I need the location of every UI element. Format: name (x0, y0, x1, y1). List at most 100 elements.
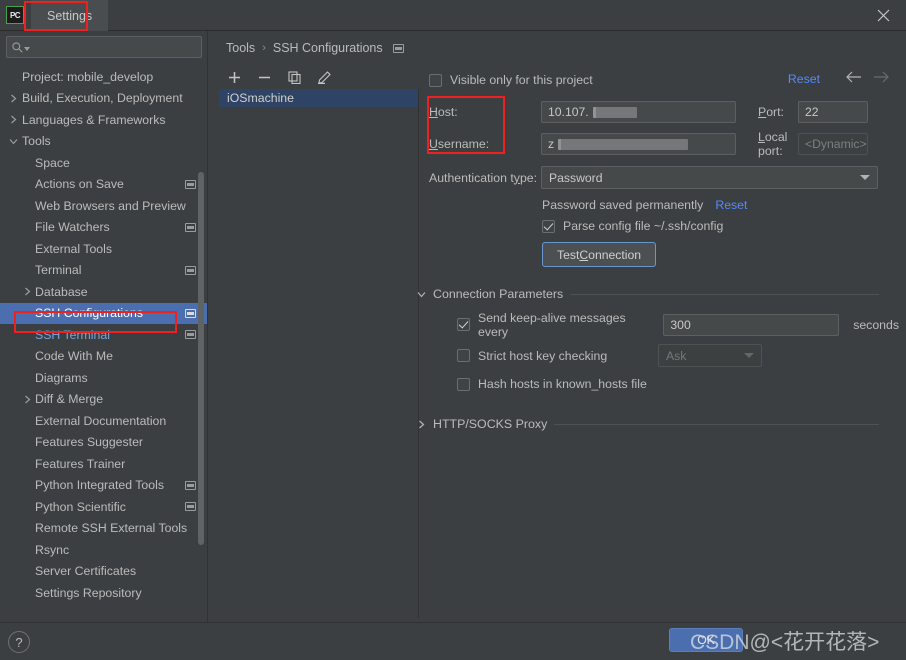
sidebar-item-terminal[interactable]: Terminal (0, 260, 207, 282)
keepalive-interval-input[interactable]: 300 (663, 313, 840, 336)
local-port-placeholder: <Dynamic> (805, 137, 867, 151)
sidebar-item-python-integrated-tools[interactable]: Python Integrated Tools (0, 475, 207, 497)
keepalive-checkbox[interactable] (457, 318, 470, 331)
sidebar-item-settings-repository[interactable]: Settings Repository (0, 582, 207, 604)
sidebar-item-external-documentation[interactable]: External Documentation (0, 410, 207, 432)
sidebar-item-web-browsers-and-preview[interactable]: Web Browsers and Preview (0, 195, 207, 217)
sidebar-item-features-trainer[interactable]: Features Trainer (0, 453, 207, 475)
test-connection-row: Test Connection (429, 242, 899, 267)
sidebar-item-label: Build, Execution, Deployment (22, 91, 183, 106)
strict-host-row: Strict host key checking Ask (429, 344, 899, 367)
host-redaction-block (592, 106, 637, 118)
help-button[interactable]: ? (8, 631, 30, 653)
search-icon (12, 41, 23, 53)
close-icon[interactable] (860, 0, 906, 31)
username-input[interactable]: z (541, 133, 736, 155)
sidebar-item-python-scientific[interactable]: Python Scientific (0, 496, 207, 518)
strict-host-checkbox[interactable] (457, 349, 470, 362)
sidebar-item-server-certificates[interactable]: Server Certificates (0, 561, 207, 583)
sidebar-item-label: External Documentation (35, 413, 167, 428)
hash-hosts-checkbox[interactable] (457, 377, 470, 391)
connection-parameters-section-header[interactable]: Connection Parameters (417, 287, 879, 301)
settings-sync-badge-icon (392, 43, 404, 53)
chevron-down-icon (860, 175, 870, 180)
sidebar-item-label: Diff & Merge (35, 392, 104, 407)
sidebar-item-ssh-configurations[interactable]: SSH Configurations (0, 302, 207, 324)
settings-sync-badge-icon (185, 480, 196, 490)
window-tab-settings[interactable]: Settings (31, 0, 109, 31)
host-row: Host: 10.107. Port: 22 (429, 100, 899, 124)
sidebar-item-build-execution-deployment[interactable]: Build, Execution, Deployment (0, 88, 207, 110)
copy-icon[interactable] (286, 69, 302, 85)
plus-icon[interactable] (226, 69, 242, 85)
sidebar-item-remote-ssh-external-tools[interactable]: Remote SSH External Tools (0, 518, 207, 540)
chevron-right-icon (417, 420, 426, 429)
sidebar-item-label: SSH Terminal (35, 327, 110, 342)
username-label: Username: (429, 137, 490, 151)
footer-bar: ? (0, 622, 906, 660)
port-input[interactable]: 22 (798, 101, 868, 123)
sidebar-item-actions-on-save[interactable]: Actions on Save (0, 174, 207, 196)
parse-config-checkbox[interactable] (542, 219, 555, 233)
sidebar-item-label: External Tools (35, 241, 113, 256)
search-input[interactable] (30, 39, 201, 55)
sidebar-item-label: Rsync (35, 542, 70, 557)
strict-host-label: Strict host key checking (478, 348, 608, 363)
settings-sync-badge-icon (185, 265, 196, 275)
chevron-down-icon[interactable] (8, 136, 18, 146)
ok-button[interactable]: OK (669, 628, 743, 652)
connection-parameters-title: Connection Parameters (433, 287, 564, 301)
chevron-right-icon[interactable] (22, 287, 32, 297)
sidebar-item-languages-frameworks[interactable]: Languages & Frameworks (0, 109, 207, 131)
sidebar-item-space[interactable]: Space (0, 152, 207, 174)
window-title: Settings (47, 8, 93, 23)
ssh-configuration-form: Visible only for this project Host: 10.1… (417, 71, 899, 431)
sidebar-item-diff-merge[interactable]: Diff & Merge (0, 389, 207, 411)
sidebar-item-diagrams[interactable]: Diagrams (0, 367, 207, 389)
settings-tree: Project: mobile_develop Build, Execution,… (0, 66, 207, 622)
username-redaction-block (558, 138, 689, 150)
settings-sync-badge-icon (185, 179, 196, 189)
list-item[interactable]: iOSmachine (219, 89, 418, 107)
main-panel: Tools › SSH Configurations Reset iOSmach… (209, 31, 906, 622)
sidebar-item-ssh-terminal[interactable]: SSH Terminal (0, 324, 207, 346)
sidebar-item-tools[interactable]: Tools (0, 131, 207, 153)
breadcrumb-root[interactable]: Tools (226, 41, 255, 55)
username-value: z (548, 137, 555, 151)
sidebar-item-project-mobile-develop[interactable]: Project: mobile_develop (0, 66, 207, 88)
chevron-right-icon[interactable] (8, 115, 18, 125)
strict-host-select[interactable]: Ask (658, 344, 762, 367)
settings-window: PC Settings Project: mobile_develop Build… (0, 0, 906, 660)
sidebar-item-label: Code With Me (35, 349, 113, 364)
password-reset-link[interactable]: Reset (715, 198, 747, 212)
sidebar-item-file-watchers[interactable]: File Watchers (0, 217, 207, 239)
sidebar-item-database[interactable]: Database (0, 281, 207, 303)
settings-sync-badge-icon (185, 308, 196, 318)
sidebar-item-features-suggester[interactable]: Features Suggester (0, 432, 207, 454)
sidebar-item-label: Remote SSH External Tools (35, 521, 188, 536)
local-port-input[interactable]: <Dynamic> (798, 133, 868, 155)
port-label: Port: (758, 105, 784, 119)
sidebar-scrollbar[interactable] (198, 172, 204, 545)
pencil-icon[interactable] (316, 69, 332, 85)
chevron-right-icon[interactable] (22, 394, 32, 404)
test-connection-button[interactable]: Test Connection (542, 242, 657, 267)
sidebar-item-label: Diagrams (35, 370, 88, 385)
minus-icon[interactable] (256, 69, 272, 85)
search-box[interactable] (6, 36, 202, 58)
proxy-section-header[interactable]: HTTP/SOCKS Proxy (417, 417, 879, 431)
strict-host-value: Ask (666, 348, 687, 363)
visible-only-checkbox[interactable] (429, 73, 442, 87)
chevron-down-icon (744, 353, 754, 358)
chevron-right-icon[interactable] (8, 93, 18, 103)
sidebar-item-code-with-me[interactable]: Code With Me (0, 346, 207, 368)
sidebar-item-external-tools[interactable]: External Tools (0, 238, 207, 260)
sidebar-item-rsync[interactable]: Rsync (0, 539, 207, 561)
configurations-toolbar (226, 69, 332, 85)
authentication-type-select[interactable]: Password (541, 166, 878, 189)
keepalive-unit-label: seconds (853, 317, 899, 332)
host-input[interactable]: 10.107. (541, 101, 736, 123)
configuration-name: iOSmachine (227, 91, 294, 105)
authentication-type-value: Password (549, 170, 603, 185)
hash-hosts-label: Hash hosts in known_hosts file (478, 377, 647, 391)
